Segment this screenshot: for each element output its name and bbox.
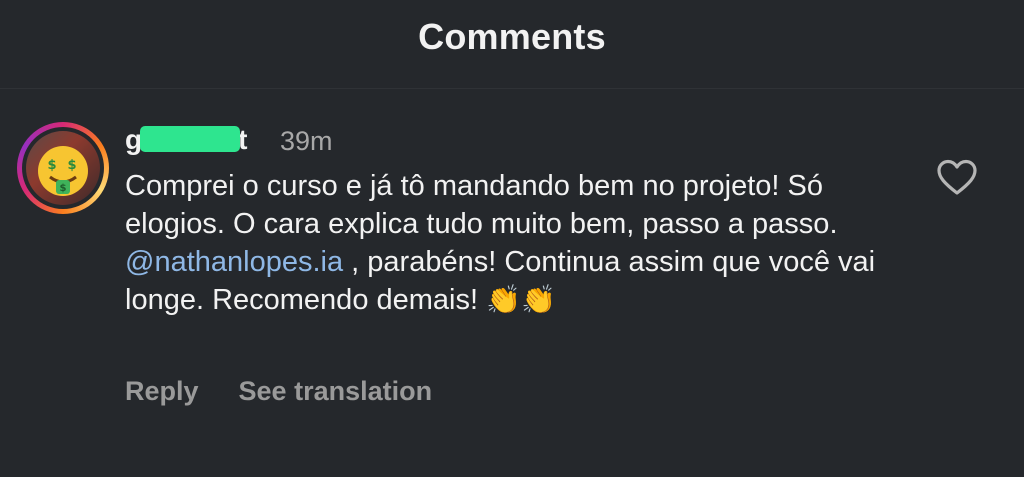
- see-translation-button[interactable]: See translation: [239, 376, 433, 407]
- heart-outline-icon[interactable]: [936, 158, 978, 198]
- avatar-photo: $ $ $: [26, 131, 100, 205]
- svg-text:$: $: [47, 158, 56, 173]
- redaction-block: [140, 125, 241, 152]
- svg-text:$: $: [67, 158, 76, 173]
- comment-username[interactable]: gt: [125, 124, 247, 156]
- money-mouth-face-icon: $ $ $: [38, 146, 88, 196]
- avatar-ring-gap: $ $ $: [22, 127, 104, 209]
- reply-button[interactable]: Reply: [125, 376, 199, 407]
- comment-timestamp: 39m: [280, 126, 333, 156]
- clapping-hands-emoji: 👏👏: [486, 284, 556, 315]
- comment-actions: Reply See translation: [125, 376, 432, 407]
- comment-text-part: Comprei o curso e já tô mandando bem no …: [125, 170, 838, 240]
- page-title: Comments: [418, 16, 606, 57]
- comment-body: Comprei o curso e já tô mandando bem no …: [125, 167, 925, 319]
- svg-text:$: $: [60, 183, 67, 194]
- comments-header: Comments: [0, 0, 1024, 89]
- mention-link[interactable]: @nathanlopes.ia: [125, 246, 343, 278]
- avatar[interactable]: $ $ $: [17, 122, 109, 214]
